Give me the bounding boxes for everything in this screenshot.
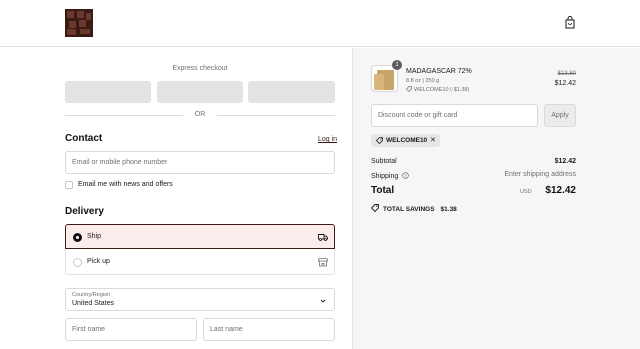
subtotal-label: Subtotal: [371, 158, 397, 165]
apply-button[interactable]: Apply: [544, 104, 576, 127]
product-variant: 8.8 oz | 250 g: [406, 78, 440, 84]
last-name-field[interactable]: Last name: [203, 318, 335, 341]
express-pay-button-3[interactable]: [248, 81, 335, 103]
product-name: MADAGASCAR 72%: [406, 68, 472, 75]
discount-placeholder: Discount code or gift card: [378, 112, 458, 119]
savings-value: $1.38: [440, 206, 457, 213]
store-icon: [318, 258, 328, 267]
current-price: $12.42: [554, 80, 576, 87]
quantity-badge: 1: [392, 60, 402, 70]
help-icon[interactable]: ?: [402, 172, 409, 179]
express-checkout-label: Express checkout: [172, 65, 228, 72]
email-placeholder: Email or mobile phone number: [72, 159, 168, 166]
remove-discount-icon[interactable]: ✕: [430, 136, 436, 144]
ship-label: Ship: [87, 233, 102, 240]
subtotal-value: $12.42: [554, 158, 576, 165]
savings-label: TOTAL SAVINGS: [383, 206, 435, 213]
or-divider: OR: [65, 111, 335, 120]
ship-radio[interactable]: [73, 233, 82, 242]
product-discount: WELCOME10 (-$1.38): [406, 85, 469, 93]
product-discount-text: WELCOME10 (-$1.38): [414, 87, 470, 93]
svg-text:?: ?: [404, 173, 407, 178]
applied-code: WELCOME10: [386, 137, 428, 144]
discount-tag-icon: [406, 86, 412, 92]
newsletter-checkbox[interactable]: [65, 181, 73, 189]
header: [0, 0, 640, 47]
last-name-placeholder: Last name: [210, 326, 243, 333]
country-label: Country/Region: [72, 292, 111, 298]
login-link[interactable]: Log in: [318, 136, 337, 143]
savings-tag-icon: [370, 204, 379, 213]
brand-logo[interactable]: [65, 9, 93, 37]
shopping-bag-icon[interactable]: [565, 16, 575, 29]
original-price: $13.80: [557, 71, 576, 77]
discount-tag-icon: [376, 137, 383, 144]
chevron-down-icon: [320, 299, 326, 303]
shipping-label-row: Shipping ?: [371, 171, 409, 180]
total-value: $12.42: [545, 185, 576, 196]
country-select[interactable]: Country/Region United States: [65, 288, 335, 311]
total-currency: USD: [520, 189, 532, 195]
truck-icon: [318, 234, 328, 241]
pickup-radio[interactable]: [73, 258, 82, 267]
first-name-field[interactable]: First name: [65, 318, 197, 341]
order-summary: [352, 48, 640, 349]
delivery-title: Delivery: [65, 206, 104, 217]
newsletter-label: Email me with news and offers: [78, 181, 173, 188]
discount-code-input[interactable]: Discount code or gift card: [371, 104, 538, 127]
email-field[interactable]: Email or mobile phone number: [65, 151, 335, 174]
country-value: United States: [72, 300, 115, 307]
express-pay-button-1[interactable]: [65, 81, 151, 103]
total-savings: TOTAL SAVINGS $1.38: [370, 203, 463, 213]
shipping-value: Enter shipping address: [504, 171, 576, 178]
express-pay-button-2[interactable]: [157, 81, 243, 103]
pickup-label: Pick up: [87, 258, 110, 265]
or-text: OR: [194, 111, 206, 118]
first-name-placeholder: First name: [72, 326, 106, 333]
contact-title: Contact: [65, 133, 103, 144]
delivery-option-ship[interactable]: Ship: [65, 224, 335, 249]
delivery-option-pickup[interactable]: Pick up: [65, 250, 335, 275]
total-label: Total: [371, 185, 395, 196]
applied-discount-chip: WELCOME10 ✕: [371, 134, 440, 147]
shipping-label: Shipping: [371, 173, 399, 180]
